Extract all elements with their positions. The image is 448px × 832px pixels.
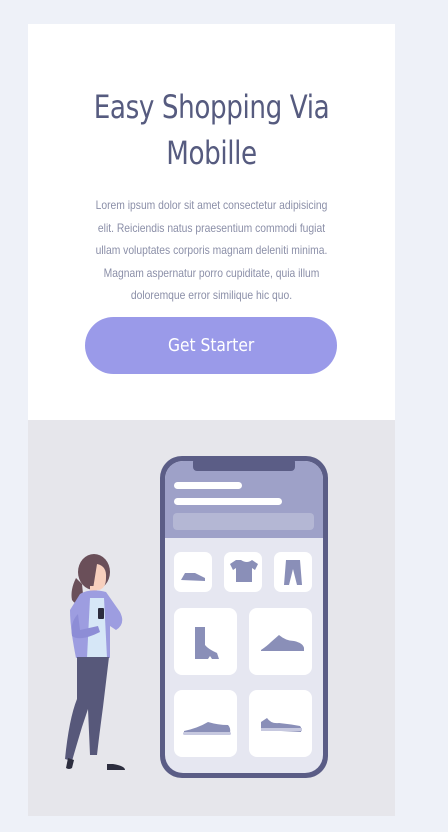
sneaker-icon: [249, 608, 312, 675]
get-starter-label: Get Starter: [167, 335, 255, 356]
pants-icon: [274, 552, 312, 592]
hero-section: Easy Shopping Via Mobille Lorem ipsum do…: [28, 24, 395, 420]
get-starter-button[interactable]: Get Starter: [85, 317, 337, 374]
phone-notch: [193, 458, 295, 471]
running-shoe-icon: [174, 690, 237, 757]
woman-with-phone-illustration: [65, 554, 125, 770]
low-shoe-icon: [249, 690, 312, 757]
slipper-icon: [174, 552, 212, 592]
boot-icon: [174, 608, 237, 675]
illustration-svg: [65, 456, 328, 778]
hero-description: Lorem ipsum dolor sit amet consectetur a…: [95, 198, 328, 302]
page-title: Easy Shopping Via Mobille: [93, 88, 330, 172]
onboarding-card: Easy Shopping Via Mobille Lorem ipsum do…: [28, 24, 395, 816]
tshirt-icon: [224, 552, 262, 592]
shopping-illustration: [28, 420, 395, 816]
